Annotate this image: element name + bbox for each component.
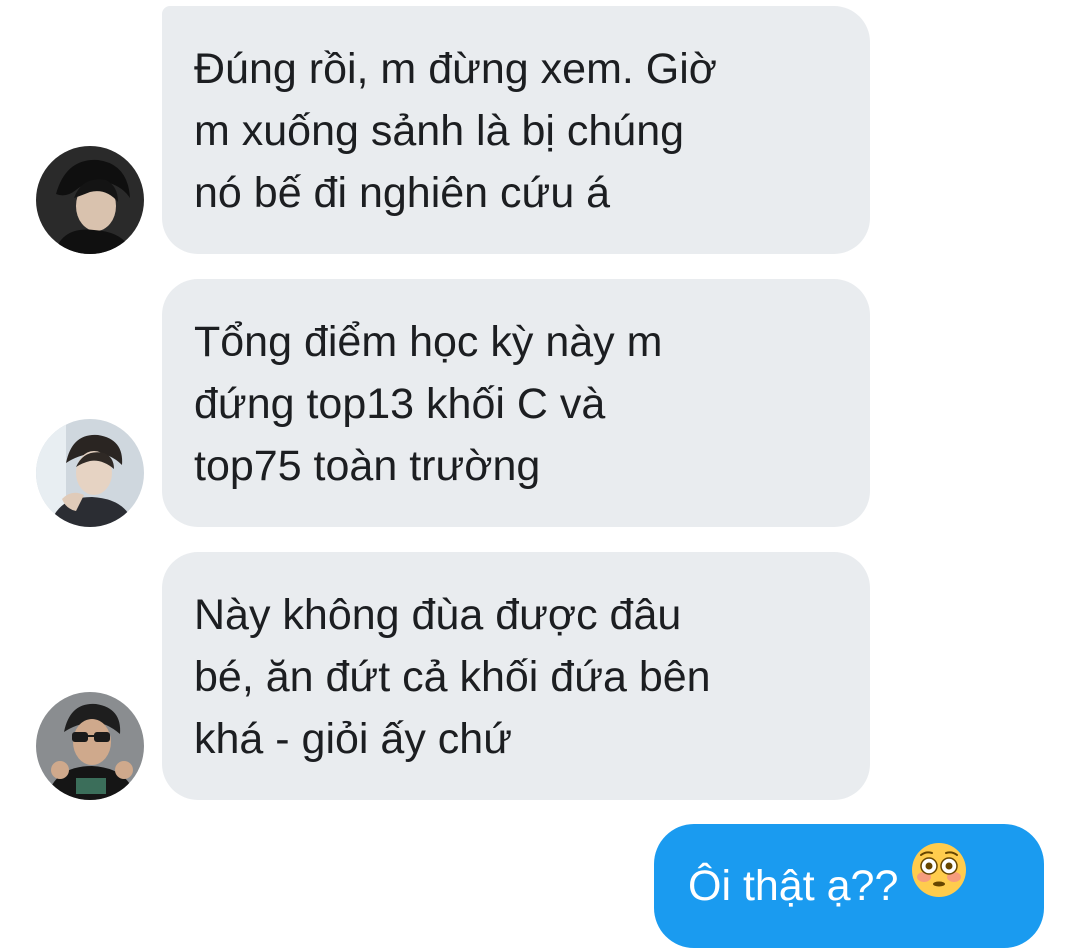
message-text: Ôi thật ạ?? — [688, 862, 899, 910]
message-line: nó bế đi nghiên cứu á — [194, 169, 611, 217]
message-line: bé, ăn đứt cả khối đứa bên — [194, 653, 711, 701]
message-bubble-incoming[interactable]: Tổng điểm học kỳ này m đứng top13 khối C… — [162, 279, 870, 527]
flushed-face-icon — [910, 823, 968, 947]
sender-avatar[interactable] — [36, 146, 144, 254]
sender-avatar[interactable] — [36, 692, 144, 800]
avatar-photo — [36, 692, 144, 800]
message-line: khá - giỏi ấy chứ — [194, 715, 512, 763]
message-line: Tổng điểm học kỳ này m — [194, 318, 663, 366]
chat-thread: Đúng rồi, m đừng xem. Giờ m xuống sảnh l… — [0, 0, 1080, 952]
sender-avatar[interactable] — [36, 419, 144, 527]
message-bubble-outgoing[interactable]: Ôi thật ạ?? — [654, 824, 1044, 948]
message-bubble-incoming[interactable]: Đúng rồi, m đừng xem. Giờ m xuống sảnh l… — [162, 6, 870, 254]
avatar-photo — [36, 146, 144, 254]
message-line: đứng top13 khối C và — [194, 380, 606, 428]
message-line: Này không đùa được đâu — [194, 591, 682, 639]
message-line: top75 toàn trường — [194, 442, 541, 490]
message-line: m xuống sảnh là bị chúng — [194, 107, 685, 155]
message-line: Đúng rồi, m đừng xem. Giờ — [194, 45, 717, 93]
message-bubble-incoming[interactable]: Này không đùa được đâu bé, ăn đứt cả khố… — [162, 552, 870, 800]
avatar-photo — [36, 419, 144, 527]
